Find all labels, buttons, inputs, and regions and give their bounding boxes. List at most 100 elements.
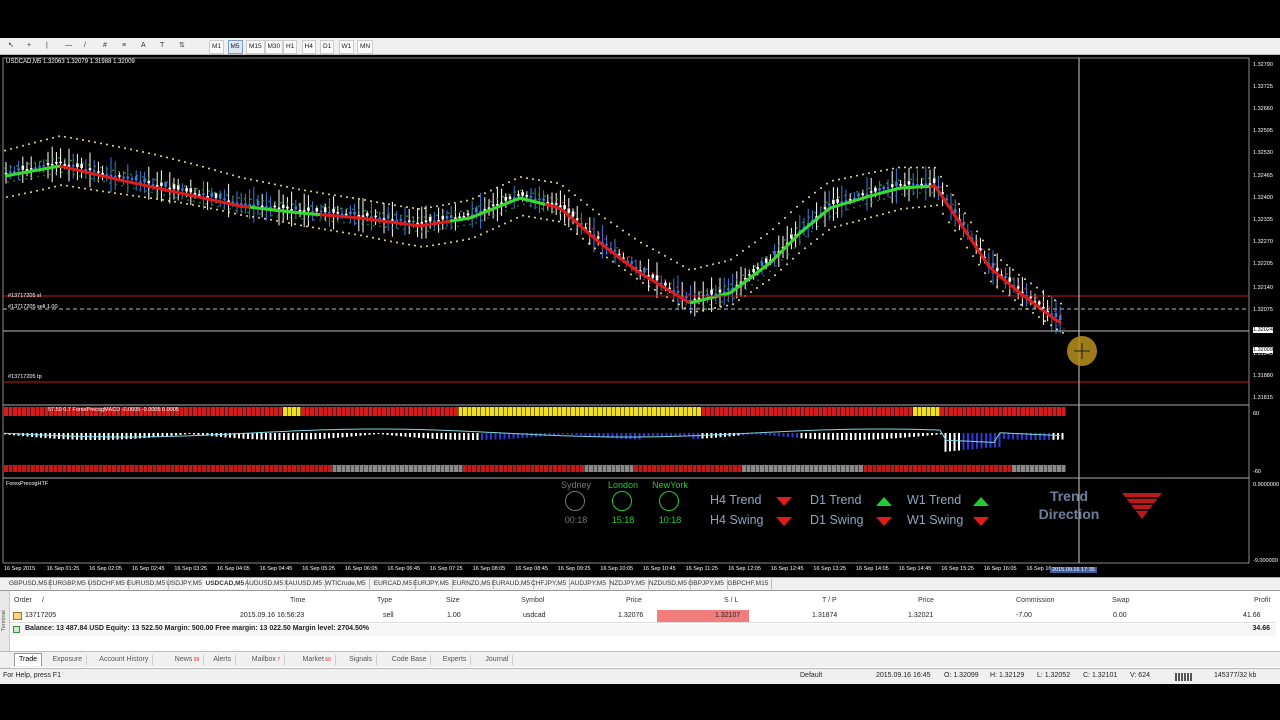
time-axis-label: 16 Sep 15:25 (941, 566, 974, 572)
time-axis-label: 16 Sep 07:25 (430, 566, 463, 572)
symbol-tab[interactable]: EURGBP,M5 (45, 579, 90, 589)
symbol-tab[interactable]: AUDJPY,M5 (567, 579, 610, 589)
status-high: H: 1.32129 (990, 672, 1025, 679)
htf-axis-label: -9.000000 (1253, 558, 1278, 564)
column-header[interactable]: S / L (724, 597, 738, 604)
price-axis-label: 1.32205 (1253, 261, 1273, 267)
terminal-tab-code-base[interactable]: Code Base (388, 655, 432, 665)
symbol-tab[interactable]: NZDJPY,M5 (607, 579, 649, 589)
symbol-tab-bar: GBPUSD,M5 EURGBP,M5 USDCHF,M5 EURUSD,M5 USDJ… (0, 577, 1280, 590)
timeframe-w1-button[interactable]: W1 (338, 40, 355, 54)
column-header[interactable]: Order (14, 597, 32, 604)
symbol-tab[interactable]: EURNZD,M5 (449, 579, 495, 589)
column-header[interactable]: T / P (822, 597, 837, 604)
macd-axis-label: 60 (1253, 411, 1260, 417)
order-commission: -7.00 (1016, 612, 1032, 619)
time-axis-label: 16 Sep 08:05 (472, 566, 506, 572)
price-pane (4, 135, 1065, 334)
symbol-tab[interactable]: NZDUSD,M5 (646, 579, 691, 589)
h4-swing-label: H4 Swing (710, 513, 764, 527)
time-axis-label: 16 Sep 13:25 (813, 566, 847, 572)
status-open: O: 1.32099 (944, 672, 979, 679)
time-axis-label: 16 Sep 14:05 (856, 566, 889, 572)
time-axis-label: 16 Sep 11:25 (685, 566, 718, 572)
order-tp-label: #13717205 tp (8, 374, 42, 380)
session-sydney-label: Sydney (560, 480, 592, 490)
column-header[interactable]: Time (290, 597, 305, 604)
terminal-tab-trade[interactable]: Trade (14, 653, 43, 666)
terminal-tab-experts[interactable]: Experts (439, 655, 472, 665)
trendline-icon[interactable]: / (82, 40, 88, 52)
h4-trend-label: H4 Trend (710, 493, 762, 507)
session-newyork-time: 10:18 (658, 515, 682, 525)
status-profile[interactable]: Default (800, 672, 822, 679)
w1-trend-label: W1 Trend (907, 493, 962, 507)
tab-badge: 7 (275, 657, 281, 663)
column-header[interactable]: / (42, 597, 44, 604)
order-swap: 0.00 (1113, 612, 1127, 619)
terminal-tab-market[interactable]: Market 60 (299, 655, 336, 665)
terminal-tab-alerts[interactable]: Alerts (209, 655, 237, 665)
price-axis-label: 1.31815 (1253, 395, 1273, 401)
vertical-line-icon[interactable]: | (44, 40, 50, 52)
timeframe-d1-button[interactable]: D1 (320, 40, 335, 54)
column-header[interactable]: Symbol (521, 597, 544, 604)
column-header[interactable]: Commission (1016, 597, 1055, 604)
time-axis-label: 16 Sep 2015 (4, 566, 36, 572)
timeframe-h1-button[interactable]: H1 (283, 40, 298, 54)
terminal-tab-signals[interactable]: Signals (345, 655, 378, 665)
price-axis-label: 1.32790 (1253, 62, 1273, 68)
order-size: 1.00 (447, 612, 461, 619)
trend-direction-down-icon (1122, 493, 1162, 519)
column-header[interactable]: Price (918, 597, 934, 604)
column-header[interactable]: Type (377, 597, 392, 604)
time-axis-label: 16 Sep 04:45 (259, 566, 293, 572)
order-symbol: usdcad (523, 612, 546, 619)
time-axis-label: 16 Sep 10:45 (643, 566, 676, 572)
cursor-icon[interactable]: ↖ (6, 40, 16, 52)
symbol-tab[interactable]: GBPCHF,M15 (725, 579, 773, 589)
column-header[interactable]: Price (626, 597, 642, 604)
price-axis-label: 1.32725 (1253, 84, 1273, 90)
timeframe-m5-button[interactable]: M5 (227, 40, 243, 54)
timeframe-m30-button[interactable]: M30 (264, 40, 284, 54)
channel-icon[interactable]: # (101, 40, 109, 52)
symbol-tab[interactable]: XAUUSD,M5 (281, 579, 327, 589)
terminal-tab-exposure[interactable]: Exposure (49, 655, 88, 665)
terminal-tab-account-history[interactable]: Account History (95, 655, 154, 665)
trend-up-arrow-icon (876, 497, 892, 506)
text-icon[interactable]: A (139, 40, 148, 52)
symbol-tab[interactable]: CHFJPY,M5 (528, 579, 571, 589)
price-axis-label: 1.32400 (1253, 195, 1273, 201)
price-axis-label: 1.32530 (1253, 150, 1273, 156)
order-icon (13, 612, 22, 620)
fibonacci-icon[interactable]: ≡ (120, 40, 128, 52)
terminal-tab-mailbox[interactable]: Mailbox 7 (248, 655, 286, 665)
time-axis-label: 16 Sep 06:45 (387, 566, 421, 572)
chart-window[interactable]: USDCAD,M5 1.32063 1.32079 1.31988 1.3200… (0, 55, 1280, 573)
symbol-tab[interactable]: USDCHF,M5 (85, 579, 129, 589)
symbol-tab[interactable]: GBPJPY,M5 (685, 579, 728, 589)
arrows-icon[interactable]: ⇅ (177, 40, 187, 52)
terminal-tab-journal[interactable]: Journal (481, 655, 514, 665)
column-header[interactable]: Swap (1112, 597, 1130, 604)
status-datetime: 2015.09.16 16:45 (876, 672, 931, 679)
symbol-tab[interactable]: .WTICrude,M5 (320, 579, 370, 589)
timeframe-m1-button[interactable]: M1 (209, 40, 225, 54)
timeframe-mn-button[interactable]: MN (357, 40, 374, 54)
symbol-tab[interactable]: USDJPY,M5 (163, 579, 206, 589)
column-header[interactable]: Profit (1254, 597, 1270, 604)
text-label-icon[interactable]: T (158, 40, 166, 52)
horizontal-line-icon[interactable]: — (63, 40, 74, 52)
terminal-tab-news[interactable]: News 99 (171, 655, 205, 665)
timeframe-h4-button[interactable]: H4 (301, 40, 316, 54)
crosshair-icon[interactable]: + (25, 40, 33, 52)
trend-down-arrow-icon (876, 517, 892, 526)
time-axis-label: 16 Sep 16:05 (983, 566, 1017, 572)
column-header[interactable]: Size (446, 597, 460, 604)
timeframe-m15-button[interactable]: M15 (246, 40, 265, 54)
session-clock-icon (612, 491, 632, 511)
trend-up-arrow-icon (973, 497, 989, 506)
session-london-label: London (607, 480, 639, 490)
symbol-tab[interactable]: EURJPY,M5 (410, 579, 453, 589)
